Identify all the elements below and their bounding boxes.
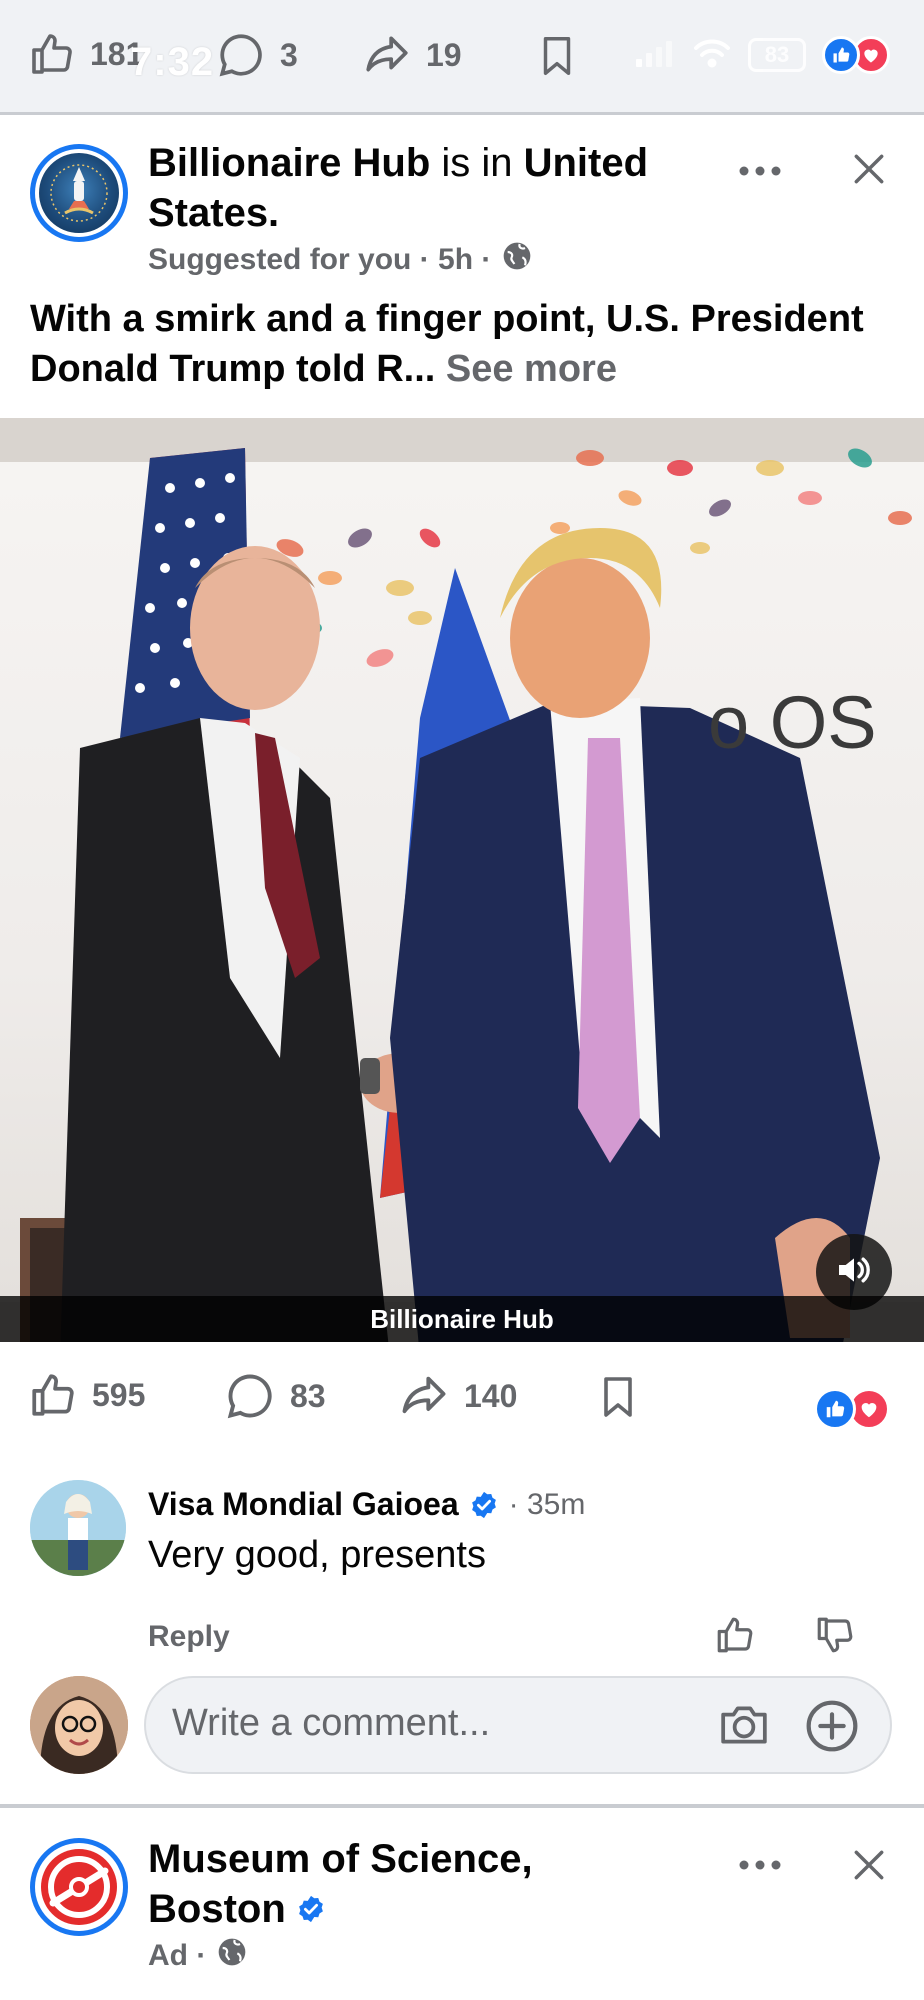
save-button[interactable] [594,1372,642,1427]
top-share-button[interactable]: 19 [362,30,462,80]
close-x-icon [850,1850,888,1888]
top-reaction-summary[interactable] [822,36,890,74]
page-avatar[interactable] [30,144,128,242]
next-post-title[interactable]: Museum of Science, Boston [148,1834,708,1934]
thumbs-up-icon [28,1370,78,1420]
share-arrow-icon [362,30,412,80]
top-share-count: 19 [426,36,462,73]
museum-logo [41,1849,117,1925]
close-x-icon [850,154,888,192]
next-post-more-button[interactable] [738,1858,782,1876]
user-photo [30,1676,128,1774]
speaker-icon [834,1250,874,1295]
thumbs-up-icon [714,1617,756,1660]
post-divider [0,1804,924,1808]
comment-bubble-icon [224,1370,276,1422]
post-subtitle: Suggested for you · 5h · [148,240,533,280]
more-dots-icon [738,142,782,186]
billionaire-hub-logo [39,153,119,233]
bookmark-icon [594,1377,642,1426]
commenter-photo [30,1480,126,1576]
comment-count: 83 [290,1377,326,1414]
museum-name-line2: Boston [148,1887,286,1931]
comment-bubble-icon [216,30,266,80]
video-caption-bar: Billionaire Hub [0,1296,924,1342]
comment-time: · 35m [508,1487,586,1521]
attach-photo-button[interactable] [716,1700,772,1755]
more-dots-icon [738,1858,782,1875]
current-user-avatar[interactable] [30,1676,128,1774]
post-video[interactable]: o OS Billionaire Hub [0,418,924,1342]
globe-icon [216,1936,248,1976]
like-button[interactable]: 595 [28,1370,145,1420]
museum-name-line1: Museum of Science, [148,1837,533,1881]
museum-avatar[interactable] [30,1838,128,1936]
battery-indicator: 83 [748,38,806,72]
ad-label: Ad · [148,1939,207,1972]
share-count: 140 [464,1377,518,1414]
like-reaction-icon [814,1388,856,1430]
post-header-title: Billionaire Hub is in United States. [148,138,708,238]
like-count: 595 [92,1376,146,1413]
share-button[interactable]: 140 [398,1370,517,1422]
next-post-hide-button[interactable] [850,1846,888,1889]
plus-circle-icon [804,1700,860,1758]
hide-post-button[interactable] [850,150,888,193]
status-time: 7:32 [130,40,215,84]
verified-badge-icon [296,1894,326,1924]
reaction-summary[interactable] [814,1388,890,1430]
comment-button[interactable]: 83 [224,1370,326,1422]
top-save-button[interactable] [534,32,580,85]
comment-input-placeholder: Write a comment... [172,1702,491,1744]
background-signage-text: o OS [708,681,877,764]
camera-icon [716,1706,772,1754]
more-options-button[interactable] [738,142,782,187]
status-icons: 83 [636,36,890,74]
top-comment-count: 3 [280,36,298,73]
share-arrow-icon [398,1370,450,1422]
thumbs-up-icon [28,30,76,78]
video-scene [20,448,912,1342]
comment-like-button[interactable] [714,1614,756,1661]
wifi-icon [692,38,732,73]
add-attachment-button[interactable] [804,1698,860,1759]
post-meta: Suggested for you · 5h · [148,243,492,276]
comment-text: Very good, presents [148,1534,486,1576]
comment-author[interactable]: Visa Mondial Gaioea [148,1486,459,1523]
location-connector: is in [430,141,524,185]
reply-button[interactable]: Reply [148,1620,230,1654]
top-comment-button[interactable]: 3 [216,30,298,80]
bookmark-icon [534,37,580,84]
next-post-subtitle: Ad · [148,1936,248,1976]
top-like-button[interactable]: 181 [28,30,143,78]
verified-badge-icon [469,1490,499,1520]
post-body-text: With a smirk and a finger point, U.S. Pr… [30,294,900,394]
signal-icon [636,39,676,72]
comment-dislike-button[interactable] [814,1614,856,1661]
globe-icon [501,240,533,280]
see-more-link[interactable]: See more [435,348,617,390]
comment-header: Visa Mondial Gaioea · 35m [148,1486,585,1523]
thumbs-down-icon [814,1617,856,1660]
page-name-link[interactable]: Billionaire Hub [148,141,430,185]
commenter-avatar[interactable] [30,1480,126,1576]
like-reaction-icon [822,36,860,74]
